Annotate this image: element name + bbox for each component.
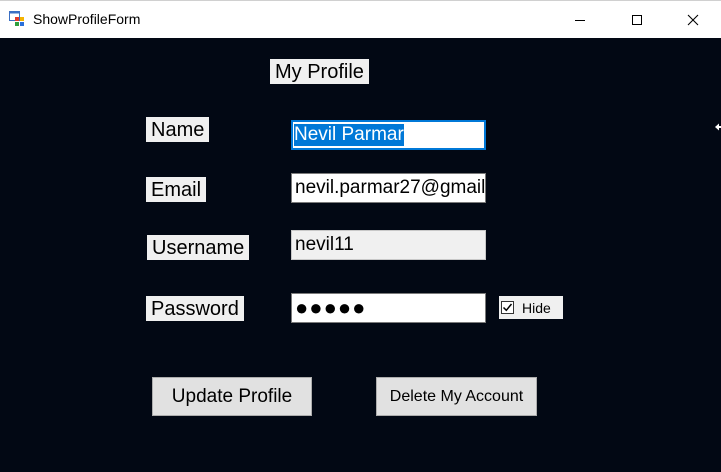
page-title: My Profile [270, 59, 369, 84]
email-field[interactable]: nevil.parmar27@gmail [291, 173, 486, 203]
maximize-button[interactable] [614, 1, 660, 38]
minimize-icon [575, 19, 585, 21]
password-field[interactable]: ●●●●● [291, 293, 486, 323]
close-icon [687, 14, 699, 25]
name-label: Name [146, 117, 210, 142]
resize-cursor-icon [715, 123, 721, 131]
email-label: Email [146, 177, 207, 202]
form-app-icon [9, 11, 24, 26]
delete-account-button[interactable]: Delete My Account [376, 377, 537, 416]
form-body: My Profile Name Nevil Parmar Email nevil… [0, 38, 721, 472]
password-value: ●●●●● [295, 295, 367, 320]
title-bar: ShowProfileForm [0, 0, 721, 38]
name-field[interactable]: Nevil Parmar [291, 120, 486, 150]
checkmark-icon [502, 303, 513, 312]
close-button[interactable] [670, 1, 716, 38]
username-label: Username [147, 235, 250, 260]
maximize-icon [632, 14, 642, 25]
name-value: Nevil Parmar [294, 124, 404, 146]
window-title: ShowProfileForm [33, 11, 141, 27]
password-label: Password [146, 296, 244, 321]
update-profile-button[interactable]: Update Profile [152, 377, 312, 416]
username-field[interactable]: nevil11 [291, 230, 486, 260]
minimize-button[interactable] [557, 1, 603, 38]
username-value: nevil11 [295, 234, 354, 255]
window: ShowProfileForm My Profile Name Nevil Pa… [0, 0, 721, 472]
email-value: nevil.parmar27@gmail [295, 177, 486, 198]
hide-label: Hide [522, 299, 551, 316]
checkbox-box[interactable] [501, 301, 514, 314]
hide-password-checkbox[interactable]: Hide [499, 296, 563, 319]
